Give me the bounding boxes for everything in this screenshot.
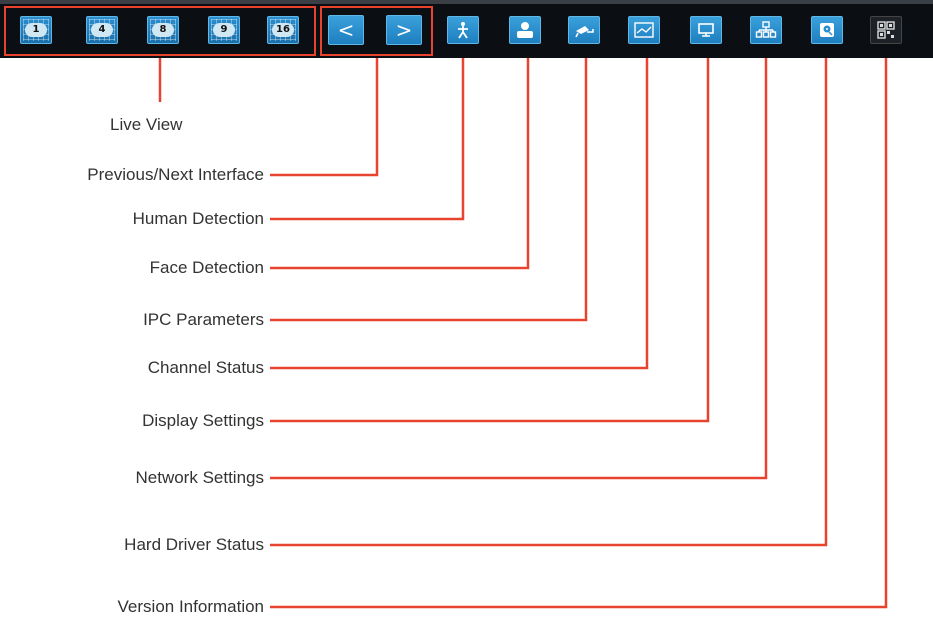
hard-driver-status-label: Hard Driver Status [124, 535, 264, 554]
channel-status-leader [270, 58, 649, 370]
display-settings-leader [270, 58, 710, 423]
face-detection-label: Face Detection [149, 258, 264, 277]
previous-next-interface-label: Previous/Next Interface [87, 165, 264, 184]
live-view-16-label: 16 [272, 23, 294, 37]
display-settings-label: Display Settings [142, 411, 264, 430]
human-detection-leader [270, 58, 465, 221]
prev-next-leader [270, 58, 379, 177]
live-view-label: Live View [110, 115, 183, 134]
version-information-leader [270, 58, 888, 609]
version-information-label: Version Information [117, 597, 264, 616]
human-detection-label: Human Detection [132, 209, 264, 228]
live-view-1-label: 1 [25, 23, 47, 37]
face-detection-leader [270, 58, 530, 270]
live-view-8-label: 8 [152, 23, 174, 37]
ipc-parameters-label: IPC Parameters [143, 310, 264, 329]
live-view-9-label: 9 [213, 23, 235, 37]
network-settings-label: Network Settings [135, 468, 265, 487]
channel-status-label: Channel Status [147, 358, 264, 377]
callout-leader-lines [158, 58, 888, 609]
live-view-4-label: 4 [91, 23, 113, 37]
ipc-parameters-leader [270, 58, 588, 322]
hard-driver-status-leader [270, 58, 828, 547]
